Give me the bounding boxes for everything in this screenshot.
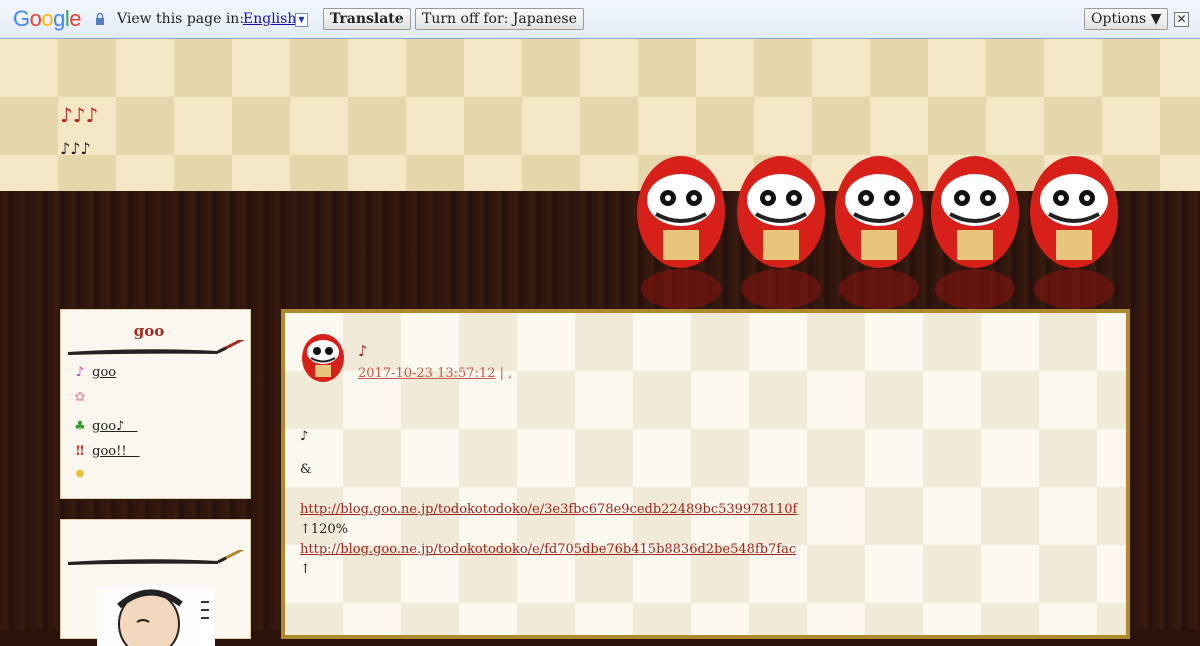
music-note-icon: ♪: [75, 365, 85, 380]
sidebar-profile-box: [60, 519, 251, 646]
brush-divider-icon: [68, 550, 245, 565]
post-link[interactable]: http://blog.goo.ne.jp/todokotodoko/e/fd7…: [300, 542, 796, 557]
sidebar-item-label: goo♪: [92, 419, 138, 434]
sidebar-item-goo[interactable]: ♪ goo: [72, 365, 116, 383]
sidebar-item-label: goo: [92, 365, 117, 380]
sidebar-box-title: goo: [133, 322, 165, 340]
sidebar-item-sprout[interactable]: ♣ goo♪: [72, 415, 138, 434]
brush-divider-icon: [68, 340, 245, 355]
daruma-icon: [835, 156, 923, 309]
body-text: ↑: [300, 562, 311, 577]
lightbulb-icon: ●: [75, 468, 85, 479]
lock-icon: [96, 12, 104, 25]
google-logo: Google: [13, 6, 82, 31]
post-content: ♪ 2017-10-23 13:57:12 | , ♪ & http://blo…: [281, 309, 1130, 639]
post-title[interactable]: ♪: [358, 342, 368, 360]
daruma-icon: [1030, 156, 1118, 309]
sidebar-item-label: goo!!: [92, 444, 140, 459]
body-text: ↑120%: [300, 522, 349, 537]
chevron-down-icon[interactable]: ▼: [295, 13, 308, 27]
daruma-icon: [737, 156, 825, 309]
post-meta-separator: | ,: [499, 366, 513, 381]
options-button[interactable]: Options ▼: [1084, 8, 1169, 30]
post-link[interactable]: http://blog.goo.ne.jp/todokotodoko/e/3e3…: [300, 502, 797, 517]
body-text: ♪: [300, 429, 309, 444]
daruma-decoration: [636, 150, 1126, 310]
sidebar-goo-box: goo ♪ goo ✿ ♣ goo♪ ‼ goo!! ●: [60, 309, 251, 499]
blog-title[interactable]: ♪♪♪: [60, 103, 98, 127]
language-select[interactable]: English: [243, 11, 296, 27]
flower-icon: ✿: [74, 390, 86, 405]
caricature-icon: [97, 586, 215, 646]
sprout-icon: ♣: [74, 419, 86, 434]
blog-subtitle: ♪♪♪: [60, 139, 91, 158]
daruma-avatar-icon: [302, 334, 344, 382]
profile-illustration: [97, 586, 215, 646]
view-page-label: View this page in:: [117, 11, 245, 27]
translate-button[interactable]: Translate: [323, 8, 411, 30]
sidebar-item-flower[interactable]: ✿: [72, 390, 88, 408]
sidebar-item-exclaim[interactable]: ‼ goo!!: [72, 440, 140, 459]
translate-bar: Google View this page in: English ▼ Tran…: [0, 0, 1200, 39]
body-text: &: [300, 462, 312, 477]
post-date-link[interactable]: 2017-10-23 13:57:12: [358, 366, 495, 381]
daruma-icon: [637, 156, 725, 309]
close-icon[interactable]: ✕: [1174, 12, 1189, 27]
double-exclamation-icon: ‼: [75, 444, 85, 459]
daruma-icon: [931, 156, 1019, 309]
turn-off-button[interactable]: Turn off for: Japanese: [415, 8, 584, 30]
post-meta: 2017-10-23 13:57:12 | ,: [358, 366, 512, 381]
sidebar-item-bulb[interactable]: ●: [72, 465, 88, 483]
